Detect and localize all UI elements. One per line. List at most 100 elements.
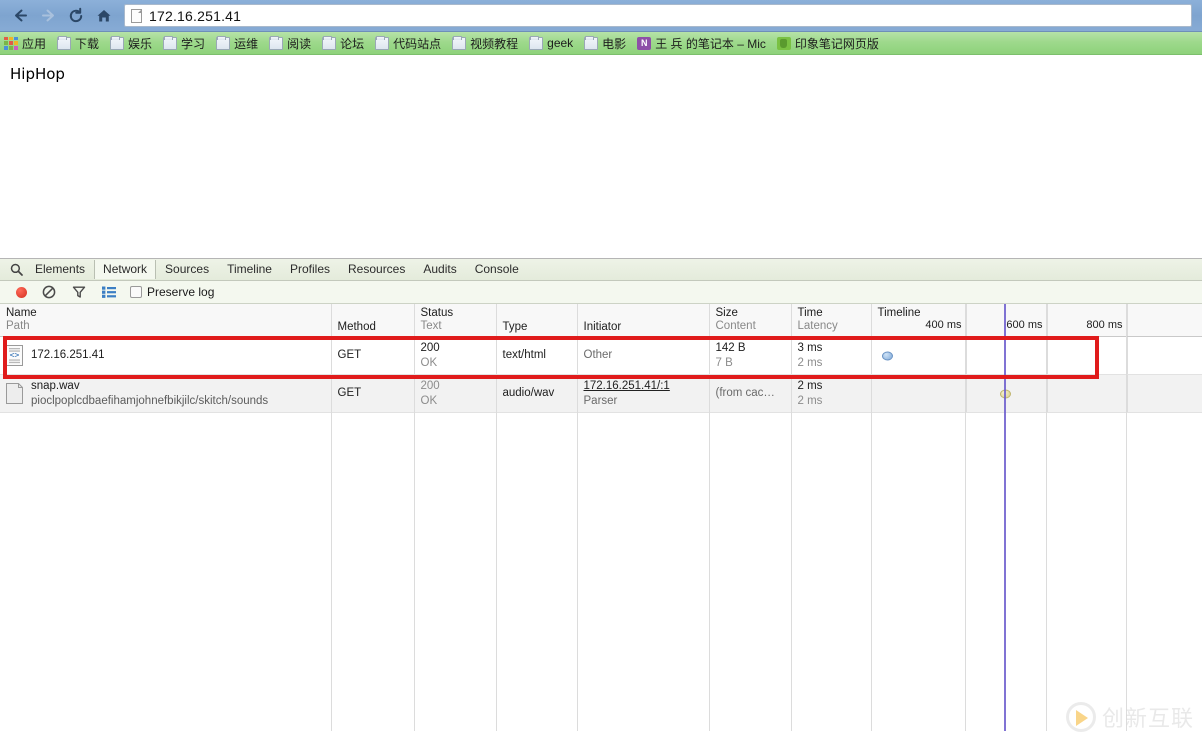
network-request-table-wrapper[interactable]: Name Path Method Status Text Type Initia bbox=[0, 304, 1202, 731]
preserve-log-toggle[interactable]: Preserve log bbox=[130, 285, 214, 299]
request-timing-bar[interactable] bbox=[881, 351, 893, 360]
bookmark-forum[interactable]: 论坛 bbox=[322, 35, 364, 52]
search-icon[interactable] bbox=[6, 263, 26, 276]
folder-icon bbox=[529, 35, 544, 50]
html-document-icon: <> bbox=[6, 345, 23, 366]
time-value: 3 ms bbox=[797, 341, 823, 354]
bookmark-label: 代码站点 bbox=[393, 36, 442, 51]
page-title: HipHop bbox=[10, 65, 65, 83]
tab-audits[interactable]: Audits bbox=[414, 260, 465, 279]
column-header-main: Size bbox=[715, 307, 738, 319]
bookmark-geek[interactable]: geek bbox=[529, 35, 574, 50]
column-divider bbox=[871, 380, 872, 731]
column-header-main: Initiator bbox=[583, 320, 622, 333]
initiator-link[interactable]: 172.16.251.41/:1 bbox=[584, 379, 703, 394]
column-header-main: Time bbox=[797, 307, 823, 319]
column-header-method[interactable]: Method bbox=[331, 304, 415, 337]
timeline-tick-600ms: 600 ms bbox=[1006, 319, 1043, 331]
cell-name[interactable]: <> 172.16.251.41 bbox=[0, 336, 332, 375]
large-rows-icon[interactable] bbox=[94, 286, 124, 298]
bookmark-onenote[interactable]: N 王 兵 的笔记本 – Mic bbox=[637, 35, 766, 52]
devtools-panel: Elements Network Sources Timeline Profil… bbox=[0, 258, 1202, 732]
column-header-sub: Content bbox=[715, 320, 756, 332]
page-viewport: HipHop bbox=[0, 55, 1202, 258]
timeline-tick-400ms: 400 ms bbox=[925, 319, 962, 331]
column-header-time[interactable]: Time Latency bbox=[791, 304, 872, 337]
cell-status: 200 OK bbox=[414, 374, 497, 413]
page-document-icon bbox=[131, 8, 142, 23]
tab-elements[interactable]: Elements bbox=[26, 260, 94, 279]
bookmark-movies[interactable]: 电影 bbox=[584, 35, 626, 52]
status-code: 200 bbox=[420, 341, 440, 354]
bookmark-label: 视频教程 bbox=[470, 36, 519, 51]
reload-icon[interactable] bbox=[62, 3, 90, 29]
cell-size: 142 B 7 B bbox=[709, 336, 792, 375]
preserve-log-checkbox[interactable] bbox=[130, 286, 142, 298]
home-icon[interactable] bbox=[90, 3, 118, 29]
table-row[interactable]: snap.wav pioclpoplcdbaefihamjohnefbikjil… bbox=[0, 374, 1202, 413]
column-header-initiator[interactable]: Initiator bbox=[577, 304, 710, 337]
bookmark-entertainment[interactable]: 娱乐 bbox=[110, 35, 152, 52]
tab-resources[interactable]: Resources bbox=[339, 260, 414, 279]
bookmark-code-sites[interactable]: 代码站点 bbox=[375, 35, 441, 52]
record-button-icon[interactable] bbox=[8, 286, 34, 298]
cell-initiator[interactable]: 172.16.251.41/:1 Parser bbox=[577, 374, 710, 413]
column-header-status[interactable]: Status Text bbox=[414, 304, 497, 337]
request-timing-bar[interactable] bbox=[999, 389, 1011, 398]
cell-time: 3 ms 2 ms bbox=[791, 336, 872, 375]
tab-network[interactable]: Network bbox=[94, 260, 157, 279]
folder-icon bbox=[322, 35, 337, 50]
tab-timeline[interactable]: Timeline bbox=[218, 260, 281, 279]
column-header-size[interactable]: Size Content bbox=[709, 304, 792, 337]
timeline-gridlines bbox=[872, 375, 1202, 412]
folder-icon bbox=[110, 35, 125, 50]
column-divider bbox=[791, 380, 792, 731]
status-text: OK bbox=[420, 394, 438, 407]
address-bar[interactable]: 172.16.251.41 bbox=[124, 4, 1192, 27]
status-code: 200 bbox=[420, 379, 440, 392]
svg-text:<>: <> bbox=[10, 351, 20, 360]
bookmark-study[interactable]: 学习 bbox=[163, 35, 205, 52]
size-value: 142 B bbox=[715, 341, 746, 354]
bookmark-downloads[interactable]: 下载 bbox=[57, 35, 99, 52]
bookmark-evernote[interactable]: 印象笔记网页版 bbox=[776, 35, 879, 52]
back-arrow-icon[interactable] bbox=[6, 3, 34, 29]
apps-grid-icon bbox=[4, 36, 18, 50]
request-path: pioclpoplcdbaefihamjohnefbikjilc/skitch/… bbox=[31, 394, 269, 407]
column-divider bbox=[709, 380, 710, 731]
bookmark-apps[interactable]: 应用 bbox=[4, 35, 46, 52]
column-header-timeline[interactable]: Timeline 400 ms 600 ms 800 ms bbox=[871, 304, 1202, 337]
tab-profiles[interactable]: Profiles bbox=[281, 260, 339, 279]
column-header-main: Method bbox=[337, 320, 376, 333]
size-value: (from cac… bbox=[715, 387, 775, 399]
filter-funnel-icon[interactable] bbox=[64, 285, 94, 299]
preserve-log-label: Preserve log bbox=[147, 285, 215, 299]
bookmark-label: 应用 bbox=[22, 36, 47, 51]
bookmark-label: geek bbox=[547, 36, 574, 50]
bookmark-label: 阅读 bbox=[287, 36, 312, 51]
time-value: 2 ms bbox=[797, 379, 823, 392]
column-header-main: Name bbox=[6, 307, 37, 319]
bookmark-reading[interactable]: 阅读 bbox=[269, 35, 311, 52]
column-header-main: Timeline bbox=[877, 307, 921, 319]
folder-icon bbox=[375, 35, 390, 50]
cell-method: GET bbox=[331, 374, 415, 413]
cell-timeline bbox=[871, 374, 1202, 413]
clear-log-icon[interactable] bbox=[34, 285, 64, 299]
bookmark-ops[interactable]: 运维 bbox=[216, 35, 258, 52]
column-divider bbox=[414, 380, 415, 731]
bookmark-label: 论坛 bbox=[340, 36, 365, 51]
column-header-name[interactable]: Name Path bbox=[0, 304, 332, 337]
tab-console[interactable]: Console bbox=[466, 260, 528, 279]
cell-name[interactable]: snap.wav pioclpoplcdbaefihamjohnefbikjil… bbox=[0, 374, 332, 413]
bookmark-label: 电影 bbox=[602, 36, 627, 51]
timeline-ruler: Timeline 400 ms 600 ms 800 ms bbox=[872, 304, 1202, 336]
bookmark-video-tutorials[interactable]: 视频教程 bbox=[452, 35, 518, 52]
column-header-type[interactable]: Type bbox=[496, 304, 578, 337]
table-row[interactable]: <> 172.16.251.41 GET 200 OK text/html Ot… bbox=[0, 336, 1202, 375]
cell-method: GET bbox=[331, 336, 415, 375]
tab-sources[interactable]: Sources bbox=[156, 260, 218, 279]
cell-time: 2 ms 2 ms bbox=[791, 374, 872, 413]
request-name: 172.16.251.41 bbox=[31, 349, 105, 361]
bookmark-label: 印象笔记网页版 bbox=[794, 36, 879, 51]
